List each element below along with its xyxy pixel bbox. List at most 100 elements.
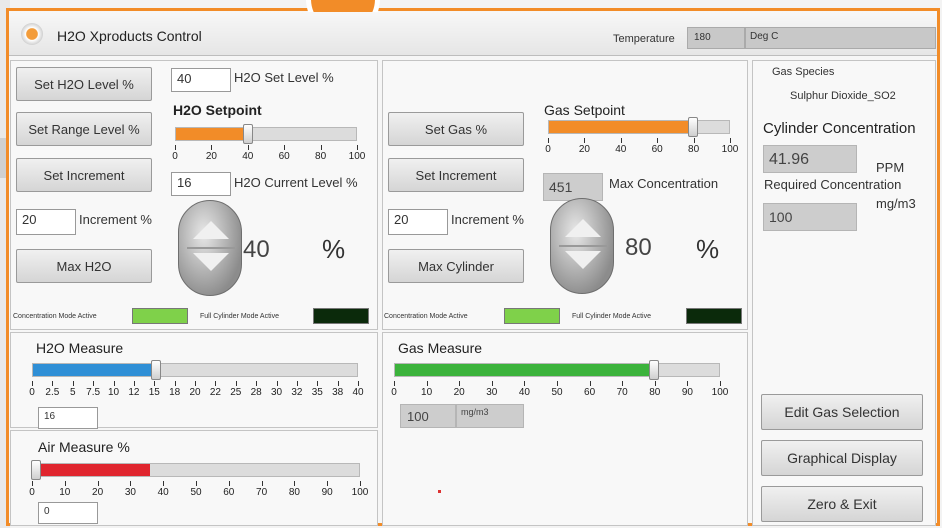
gas-setpoint-thumb[interactable] (688, 117, 698, 137)
tick-mark (64, 481, 66, 486)
set-h2o-level-button[interactable]: Set H2O Level % (16, 67, 152, 101)
arrow-down-icon[interactable] (565, 251, 601, 269)
gas-increment-input[interactable]: 20 (388, 209, 448, 235)
tick-mark (459, 381, 461, 386)
knob-divider (559, 245, 607, 247)
tick-label: 0 (391, 387, 397, 398)
tick-mark (337, 381, 339, 386)
air-measure-thumb (31, 460, 41, 480)
tick-label: 40 (157, 487, 169, 498)
set-range-level-button[interactable]: Set Range Level % (16, 112, 152, 146)
tick-label: 60 (278, 151, 290, 162)
gas-species-name: Sulphur Dioxide_SO2 (790, 90, 896, 102)
gas-setpoint-fill (549, 121, 693, 133)
zero-and-exit-button[interactable]: Zero & Exit (761, 486, 923, 522)
tick-mark (687, 381, 689, 386)
tick-label: 10 (59, 487, 71, 498)
tick-mark (294, 481, 296, 486)
air-measure-value: 0 (38, 502, 98, 524)
tick-mark (32, 481, 33, 486)
tick-mark (211, 145, 213, 150)
tick-mark (720, 381, 721, 386)
tick-mark (261, 481, 263, 486)
h2o-up-down-knob[interactable] (178, 200, 242, 296)
gas-set-increment-button[interactable]: Set Increment (388, 158, 524, 192)
required-concentration-value: 100 (763, 203, 857, 231)
tick-mark (584, 138, 586, 143)
tick-label: 90 (681, 387, 693, 398)
tick-label: 20 (453, 387, 465, 398)
tick-mark (97, 481, 99, 486)
gas-measure-thumb (649, 360, 660, 380)
tick-label: 40 (352, 387, 364, 398)
gas-measure-value: 100 (400, 404, 456, 428)
tick-mark (256, 381, 258, 386)
gas-full-cylinder-mode-label: Full Cylinder Mode Active (572, 313, 651, 320)
gas-measure-unit: mg/m3 (456, 404, 524, 428)
tick-label: 0 (29, 387, 35, 398)
gas-full-cylinder-led (686, 308, 742, 324)
gas-setpoint-scale: 0 20 40 60 80 100 (545, 138, 738, 156)
tick-mark (327, 481, 329, 486)
edit-gas-selection-button[interactable]: Edit Gas Selection (761, 394, 923, 430)
required-concentration-label: Required Concentration (764, 177, 902, 192)
tick-mark (276, 381, 278, 386)
h2o-full-cylinder-mode-label: Full Cylinder Mode Active (200, 313, 279, 320)
cylinder-concentration-value: 41.96 (763, 145, 857, 173)
tick-label: 10 (107, 387, 120, 398)
tick-mark (228, 481, 230, 486)
gas-measure-bar (394, 360, 720, 380)
tick-label: 80 (315, 151, 327, 162)
graphical-display-button[interactable]: Graphical Display (761, 440, 923, 476)
max-concentration-value: 451 (543, 173, 603, 201)
tick-label: 40 (615, 144, 627, 155)
required-concentration-unit: mg/m3 (876, 196, 916, 211)
tick-mark (133, 381, 135, 386)
tick-label: 12 (128, 387, 140, 398)
arrow-up-icon[interactable] (565, 219, 601, 237)
tick-label: 20 (578, 144, 590, 155)
h2o-setpoint-thumb[interactable] (243, 124, 253, 144)
h2o-full-cylinder-led (313, 308, 369, 324)
gas-measure-panel (382, 332, 748, 526)
max-h2o-button[interactable]: Max H2O (16, 249, 152, 283)
tick-label: 25 (230, 387, 242, 398)
tick-mark (195, 381, 196, 386)
tick-label: 40 (518, 387, 530, 398)
title-bar: H2O Xproducts Control Temperature 180 De… (9, 12, 937, 56)
tick-mark (589, 381, 591, 386)
h2o-increment-input[interactable]: 20 (16, 209, 76, 235)
red-marker (438, 490, 441, 493)
gas-up-down-knob[interactable] (550, 198, 614, 294)
h2o-set-level-input[interactable]: 40 (171, 68, 231, 92)
h2o-current-level-label: H2O Current Level % (234, 175, 358, 190)
tick-label: 32 (291, 387, 303, 398)
arrow-down-icon[interactable] (193, 253, 229, 271)
tick-mark (130, 481, 132, 486)
gas-concentration-led (504, 308, 560, 324)
h2o-setpoint-scale: 0 20 40 60 80 100 (172, 145, 365, 163)
gas-setpoint-slider[interactable] (548, 117, 730, 137)
gas-measure-label: Gas Measure (398, 340, 483, 356)
max-cylinder-button[interactable]: Max Cylinder (388, 249, 524, 283)
air-measure-label: Air Measure % (38, 439, 130, 455)
h2o-set-increment-button[interactable]: Set Increment (16, 158, 152, 192)
h2o-current-level-input[interactable]: 16 (171, 172, 231, 196)
h2o-set-level-label: H2O Set Level % (234, 70, 334, 85)
tick-label: 22 (209, 387, 221, 398)
set-gas-button[interactable]: Set Gas % (388, 112, 524, 146)
h2o-setpoint-slider[interactable] (175, 124, 357, 144)
tick-label: 80 (688, 144, 700, 155)
tick-mark (320, 145, 322, 150)
temperature-unit: Deg C (745, 27, 936, 49)
h2o-percent-symbol: % (322, 234, 346, 264)
h2o-concentration-mode-label: Concentration Mode Active (13, 313, 97, 320)
tick-label: 28 (250, 387, 262, 398)
tick-mark (620, 138, 622, 143)
tick-label: 30 (486, 387, 498, 398)
gas-concentration-mode-label: Concentration Mode Active (384, 313, 468, 320)
tick-mark (93, 381, 95, 386)
h2o-setpoint-fill (176, 128, 248, 140)
arrow-up-icon[interactable] (193, 221, 229, 239)
tick-label: 100 (351, 487, 369, 498)
